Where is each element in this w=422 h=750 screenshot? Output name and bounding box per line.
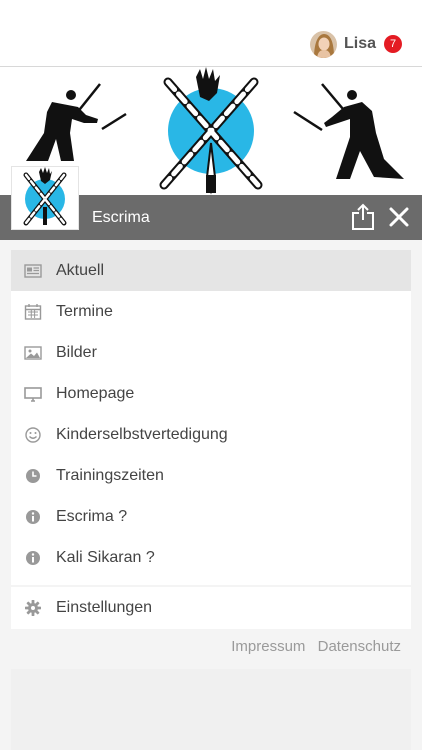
clock-icon bbox=[26, 469, 40, 483]
group-logo bbox=[11, 166, 79, 230]
info-icon bbox=[26, 551, 40, 565]
menu-item-aktuell[interactable]: Aktuell bbox=[11, 250, 411, 291]
footer-area bbox=[11, 669, 411, 750]
footer-links: Impressum Datenschutz bbox=[223, 638, 401, 655]
menu-item-label: Bilder bbox=[56, 343, 97, 361]
close-icon[interactable] bbox=[387, 205, 411, 229]
calendar-icon bbox=[24, 304, 42, 320]
menu-item-label: Termine bbox=[56, 302, 113, 320]
menu-item-trainingszeiten[interactable]: Trainingszeiten bbox=[11, 455, 411, 496]
gear-icon bbox=[25, 600, 41, 616]
datenschutz-link[interactable]: Datenschutz bbox=[318, 638, 401, 655]
info-icon bbox=[26, 510, 40, 524]
monitor-icon bbox=[24, 387, 42, 402]
menu-bottom-padding bbox=[11, 578, 411, 585]
notification-badge[interactable]: 7 bbox=[384, 35, 402, 53]
menu-item-kinderselbstvertedigung[interactable]: Kinderselbstvertedigung bbox=[11, 414, 411, 455]
user-menu[interactable]: Lisa 7 bbox=[309, 29, 402, 59]
menu-item-label: Escrima ? bbox=[56, 507, 128, 525]
group-logo-image bbox=[23, 167, 67, 226]
menu-item-escrima-info[interactable]: Escrima ? bbox=[11, 496, 411, 537]
settings-label: Einstellungen bbox=[56, 598, 153, 616]
top-bar: Lisa 7 bbox=[0, 0, 422, 67]
impressum-link[interactable]: Impressum bbox=[231, 638, 305, 655]
group-menu: Aktuell Termine Bilder Homepage Kinderse… bbox=[11, 250, 411, 585]
settings-section: Einstellungen bbox=[11, 587, 411, 629]
share-icon[interactable] bbox=[350, 203, 376, 231]
image-icon bbox=[24, 346, 42, 360]
newspaper-icon bbox=[24, 264, 42, 278]
menu-item-label: Kinderselbstvertedigung bbox=[56, 425, 228, 443]
menu-item-einstellungen[interactable]: Einstellungen bbox=[11, 587, 411, 628]
menu-item-label: Kali Sikaran ? bbox=[56, 548, 155, 566]
menu-item-label: Trainingszeiten bbox=[56, 466, 164, 484]
group-title: Escrima bbox=[92, 209, 150, 226]
menu-item-label: Homepage bbox=[56, 384, 135, 402]
menu-item-bilder[interactable]: Bilder bbox=[11, 332, 411, 373]
user-name[interactable]: Lisa bbox=[344, 35, 376, 53]
menu-item-termine[interactable]: Termine bbox=[11, 291, 411, 332]
menu-item-homepage[interactable]: Homepage bbox=[11, 373, 411, 414]
smiley-icon bbox=[25, 427, 41, 443]
menu-item-kali-sikaran-info[interactable]: Kali Sikaran ? bbox=[11, 537, 411, 578]
avatar[interactable] bbox=[309, 30, 337, 58]
menu-item-label: Aktuell bbox=[56, 261, 105, 279]
